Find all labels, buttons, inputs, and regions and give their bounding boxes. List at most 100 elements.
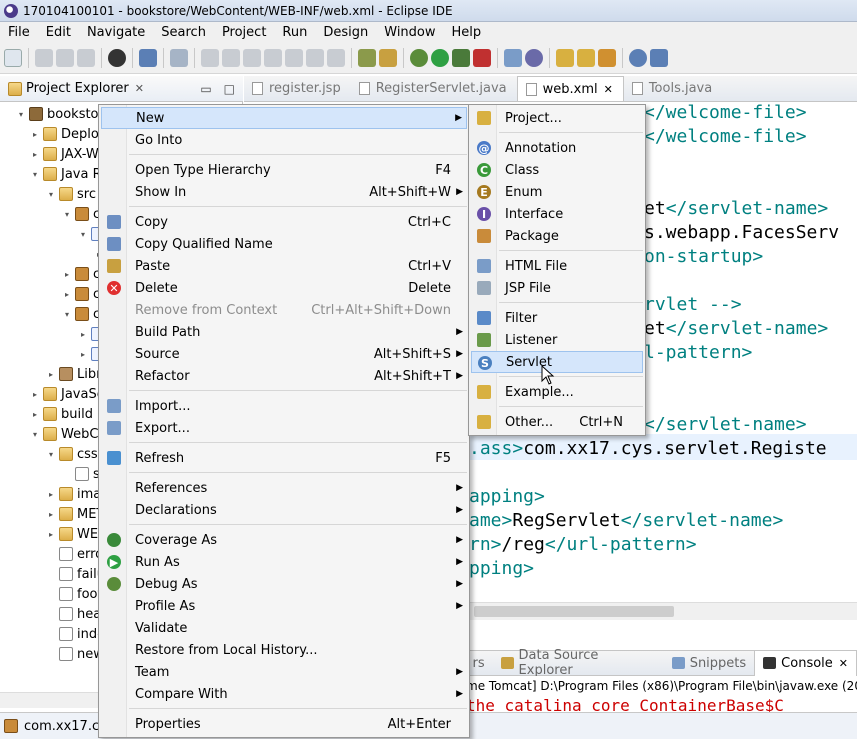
search-icon[interactable]	[598, 48, 616, 67]
tree-item[interactable]: ▸ Libr	[46, 364, 101, 384]
collapsed-arrow-icon[interactable]: ▸	[46, 370, 56, 379]
menu-item-build-path[interactable]: Build Path ▶	[101, 321, 467, 343]
menu-item-references[interactable]: References ▶	[101, 477, 467, 499]
menu-navigate[interactable]: Navigate	[79, 25, 153, 40]
collapsed-arrow-icon[interactable]: ▸	[62, 270, 72, 279]
print-icon[interactable]	[77, 48, 95, 67]
menu-item-html-file[interactable]: HTML File	[471, 255, 643, 277]
menu-item-jsp-file[interactable]: JSP File	[471, 277, 643, 299]
menu-item-package[interactable]: Package	[471, 225, 643, 247]
tree-item[interactable]: ▾ c	[62, 304, 100, 324]
tree-item[interactable]: inde	[46, 624, 105, 644]
menu-item-refactor[interactable]: Refactor Alt+Shift+T ▶	[101, 365, 467, 387]
project-explorer-tab[interactable]: Project Explorer ✕ ▭ □	[0, 76, 243, 102]
new-java-project-icon[interactable]	[504, 48, 522, 67]
tree-item[interactable]: ▾ bookstor	[16, 104, 104, 124]
step-into-icon[interactable]	[285, 48, 303, 67]
menu-item-enum[interactable]: E Enum	[471, 181, 643, 203]
skip-breakpoints-icon[interactable]	[170, 48, 188, 67]
menu-item-open-type-hierarchy[interactable]: Open Type Hierarchy F4	[101, 159, 467, 181]
terminate-icon[interactable]	[243, 48, 261, 67]
save-all-icon[interactable]	[56, 48, 74, 67]
collapsed-arrow-icon[interactable]: ▸	[30, 410, 40, 419]
collapsed-arrow-icon[interactable]: ▸	[46, 510, 56, 519]
editor-tab[interactable]: RegisterServlet.java	[351, 76, 517, 101]
tree-item[interactable]: ▾ WebCo	[30, 424, 106, 444]
tree-item[interactable]: ▸ JavaSc	[30, 384, 104, 404]
console-tab[interactable]: Snippets	[664, 656, 754, 671]
new-class-icon[interactable]	[525, 48, 543, 67]
menu-item-copy[interactable]: Copy Ctrl+C	[101, 211, 467, 233]
editor-tab[interactable]: Tools.java	[624, 76, 722, 101]
server-icon[interactable]	[108, 48, 126, 67]
coverage-icon[interactable]	[452, 48, 470, 67]
tree-item[interactable]: ▸ Deploy	[30, 124, 107, 144]
tree-item[interactable]: failu	[46, 564, 105, 584]
editor-tab[interactable]: register.jsp	[244, 76, 351, 101]
menu-item-annotation[interactable]: @ Annotation	[471, 137, 643, 159]
collapsed-arrow-icon[interactable]: ▸	[62, 290, 72, 299]
console-tab[interactable]: Console ✕	[754, 650, 857, 676]
tree-item[interactable]: ▾ Java R	[30, 164, 102, 184]
collapsed-arrow-icon[interactable]: ▸	[78, 350, 88, 359]
collapsed-arrow-icon[interactable]: ▸	[30, 130, 40, 139]
save-icon[interactable]	[35, 48, 53, 67]
collapsed-arrow-icon[interactable]: ▸	[30, 150, 40, 159]
menu-edit[interactable]: Edit	[38, 25, 79, 40]
menu-item-copy-qualified-name[interactable]: Copy Qualified Name	[101, 233, 467, 255]
menu-item-export[interactable]: Export...	[101, 417, 467, 439]
menu-item-filter[interactable]: Filter	[471, 307, 643, 329]
menu-item-restore-from-local-history[interactable]: Restore from Local History...	[101, 639, 467, 661]
java-ee-perspective-icon[interactable]	[650, 48, 668, 67]
menu-item-go-into[interactable]: Go Into	[101, 129, 467, 151]
expanded-arrow-icon[interactable]: ▾	[46, 450, 56, 459]
tree-item[interactable]: hea	[46, 604, 101, 624]
tree-item[interactable]: ▸ build	[30, 404, 93, 424]
menu-item-declarations[interactable]: Declarations ▶	[101, 499, 467, 521]
menu-item-refresh[interactable]: Refresh F5	[101, 447, 467, 469]
minimize-icon[interactable]: ▭	[200, 82, 211, 96]
tree-item[interactable]: foot	[46, 584, 103, 604]
suspend-icon[interactable]	[222, 48, 240, 67]
menu-item-run-as[interactable]: ▶ Run As ▶	[101, 551, 467, 573]
menu-item-paste[interactable]: Paste Ctrl+V	[101, 255, 467, 277]
collapsed-arrow-icon[interactable]: ▸	[78, 330, 88, 339]
menu-item-other[interactable]: Other... Ctrl+N	[471, 411, 643, 433]
scrollbar-thumb[interactable]	[474, 606, 674, 617]
tree-item[interactable]: ▸ JAX-W	[30, 144, 99, 164]
menu-item-compare-with[interactable]: Compare With ▶	[101, 683, 467, 705]
menu-item-properties[interactable]: Properties Alt+Enter	[101, 713, 467, 735]
menu-window[interactable]: Window	[376, 25, 443, 40]
external-tools-icon[interactable]	[473, 48, 491, 67]
expanded-arrow-icon[interactable]: ▾	[46, 190, 56, 199]
menu-item-validate[interactable]: Validate	[101, 617, 467, 639]
debug-icon[interactable]	[410, 48, 428, 67]
close-icon[interactable]: ✕	[135, 82, 144, 95]
run-icon[interactable]	[431, 48, 449, 67]
tree-item[interactable]: ▾ css	[46, 444, 98, 464]
open-type-icon[interactable]	[556, 48, 574, 67]
menu-item-source[interactable]: Source Alt+Shift+S ▶	[101, 343, 467, 365]
expanded-arrow-icon[interactable]: ▾	[62, 210, 72, 219]
tree-item[interactable]: new	[46, 644, 104, 664]
menu-item-show-in[interactable]: Show In Alt+Shift+W ▶	[101, 181, 467, 203]
menu-item-class[interactable]: C Class	[471, 159, 643, 181]
open-folder-icon[interactable]	[577, 48, 595, 67]
expanded-arrow-icon[interactable]: ▾	[16, 110, 26, 119]
step-over-icon[interactable]	[306, 48, 324, 67]
expanded-arrow-icon[interactable]: ▾	[30, 170, 40, 179]
collapsed-arrow-icon[interactable]: ▸	[30, 390, 40, 399]
close-icon[interactable]: ✕	[604, 83, 613, 96]
expanded-arrow-icon[interactable]: ▾	[30, 430, 40, 439]
maximize-icon[interactable]: □	[224, 82, 235, 96]
menu-item-listener[interactable]: Listener	[471, 329, 643, 351]
tree-item[interactable]: ▸ c	[62, 264, 100, 284]
menu-search[interactable]: Search	[153, 25, 214, 40]
resume-icon[interactable]	[201, 48, 219, 67]
menu-item-servlet[interactable]: S Servlet	[471, 351, 643, 373]
task-icon[interactable]	[358, 48, 376, 67]
menu-design[interactable]: Design	[315, 25, 376, 40]
perspective-icon[interactable]	[629, 48, 647, 67]
menu-item-coverage-as[interactable]: Coverage As ▶	[101, 529, 467, 551]
tree-item[interactable]: ▾ c	[62, 204, 100, 224]
